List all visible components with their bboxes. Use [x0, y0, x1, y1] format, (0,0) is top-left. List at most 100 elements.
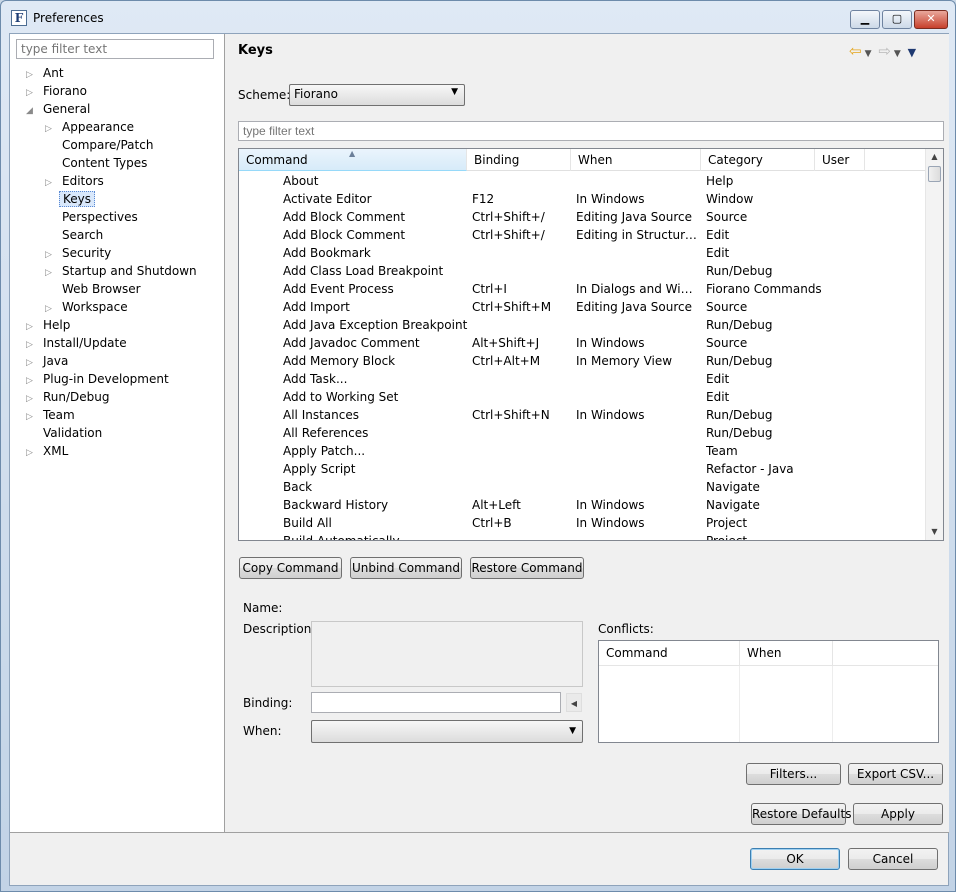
tree-item-appearance[interactable]: ▷ Appearance: [45, 118, 137, 136]
apply-button[interactable]: Apply: [853, 803, 943, 825]
table-row[interactable]: Add Javadoc Comment Alt+Shift+J In Windows…: [239, 334, 925, 352]
table-row[interactable]: All References Run/Debug: [239, 424, 925, 442]
forward-dropdown-icon[interactable]: ▼: [894, 49, 901, 59]
tree-item-xml[interactable]: ▷ XML: [26, 442, 71, 460]
binding-cell: Ctrl+Alt+M: [472, 354, 541, 368]
tree-item-java[interactable]: ▷ Java: [26, 352, 71, 370]
table-row[interactable]: Build Automatically Project: [239, 532, 925, 540]
table-row[interactable]: Build All Ctrl+B In Windows Project: [239, 514, 925, 532]
tree-item-web-browser[interactable]: Web Browser: [45, 280, 144, 298]
export-csv-button[interactable]: Export CSV...: [848, 763, 943, 785]
binding-cell: Alt+Shift+J: [472, 336, 540, 350]
binding-field[interactable]: [311, 692, 561, 713]
table-row[interactable]: Backward History Alt+Left In Windows Naviga…: [239, 496, 925, 514]
tree-item-help[interactable]: ▷ Help: [26, 316, 73, 334]
scheme-combo[interactable]: Fiorano ▼: [289, 84, 465, 106]
tree-item-ant[interactable]: ▷ Ant: [26, 64, 67, 82]
table-row[interactable]: Add Memory Block Ctrl+Alt+M In Memory View…: [239, 352, 925, 370]
command-cell: Add Java Exception Breakpoint: [283, 318, 468, 332]
copy-command-button[interactable]: Copy Command: [239, 557, 342, 579]
back-dropdown-icon[interactable]: ▼: [865, 49, 872, 59]
table-row[interactable]: Add Import Ctrl+Shift+M Editing Java Sourc…: [239, 298, 925, 316]
when-cell: In Windows: [576, 192, 645, 206]
scroll-down-icon[interactable]: ▼: [926, 524, 943, 540]
category-cell: Edit: [706, 228, 730, 242]
unbind-command-button[interactable]: Unbind Command: [350, 557, 462, 579]
category-cell: Navigate: [706, 498, 760, 512]
column-user[interactable]: User: [815, 149, 865, 171]
table-row[interactable]: Add Task... Edit: [239, 370, 925, 388]
ok-button[interactable]: OK: [750, 848, 840, 870]
table-row[interactable]: Add Java Exception Breakpoint Run/Debug: [239, 316, 925, 334]
table-row[interactable]: About Help: [239, 172, 925, 190]
category-cell: Edit: [706, 246, 730, 260]
tree-item-plug-in-development[interactable]: ▷ Plug-in Development: [26, 370, 172, 388]
table-row[interactable]: Activate Editor F12 In Windows Window: [239, 190, 925, 208]
table-row[interactable]: Add Block Comment Ctrl+Shift+/ Editing Jav…: [239, 208, 925, 226]
tree-filter-input[interactable]: [16, 39, 214, 59]
table-row[interactable]: Add to Working Set Edit: [239, 388, 925, 406]
binding-menu-icon[interactable]: ◀: [566, 693, 582, 712]
command-cell: Add Memory Block: [283, 354, 396, 368]
command-cell: Activate Editor: [283, 192, 372, 206]
restore-command-button[interactable]: Restore Command: [470, 557, 584, 579]
tree-item-editors[interactable]: ▷ Editors: [45, 172, 107, 190]
cancel-button[interactable]: Cancel: [848, 848, 938, 870]
tree-item-fiorano[interactable]: ▷ Fiorano: [26, 82, 90, 100]
keys-table: ▲ Command Binding When Category User Abo…: [238, 148, 944, 541]
conflicts-column-when[interactable]: When: [740, 641, 833, 666]
table-row[interactable]: Back Navigate: [239, 478, 925, 496]
when-cell: In Windows: [576, 336, 645, 350]
table-row[interactable]: Apply Script Refactor - Java: [239, 460, 925, 478]
table-row[interactable]: Add Event Process Ctrl+I In Dialogs and Wi…: [239, 280, 925, 298]
tree-item-label: Validation: [43, 426, 103, 440]
minimize-button[interactable]: ▁: [850, 10, 880, 29]
column-command[interactable]: ▲ Command: [239, 149, 467, 171]
tree-item-security[interactable]: ▷ Security: [45, 244, 114, 262]
scroll-thumb[interactable]: [928, 166, 941, 182]
scroll-up-icon[interactable]: ▲: [926, 149, 943, 165]
table-row[interactable]: Add Block Comment Ctrl+Shift+/ Editing in …: [239, 226, 925, 244]
preferences-window: F Preferences ▁ ▢ ✕ ▷Ant▷Fiorano◢General…: [0, 0, 956, 892]
table-row[interactable]: Add Bookmark Edit: [239, 244, 925, 262]
collapsed-arrow-icon[interactable]: ▷: [26, 444, 40, 462]
when-cell: Editing Java Source: [576, 300, 692, 314]
category-cell: Run/Debug: [706, 318, 773, 332]
close-button[interactable]: ✕: [914, 10, 948, 29]
table-row[interactable]: All Instances Ctrl+Shift+N In Windows Run/D…: [239, 406, 925, 424]
column-category[interactable]: Category: [701, 149, 815, 171]
tree-item-team[interactable]: ▷ Team: [26, 406, 78, 424]
tree-item-startup-and-shutdown[interactable]: ▷ Startup and Shutdown: [45, 262, 200, 280]
tree-item-content-types[interactable]: Content Types: [45, 154, 150, 172]
maximize-button[interactable]: ▢: [882, 10, 912, 29]
view-menu-icon[interactable]: ▼: [908, 46, 916, 59]
tree-item-install-update[interactable]: ▷ Install/Update: [26, 334, 130, 352]
category-cell: Source: [706, 210, 748, 224]
forward-arrow-icon[interactable]: ⇨: [878, 42, 891, 60]
back-arrow-icon[interactable]: ⇦: [849, 42, 862, 60]
keys-table-scrollbar[interactable]: ▲ ▼: [925, 149, 943, 540]
tree-item-validation[interactable]: Validation: [26, 424, 105, 442]
tree-item-compare-patch[interactable]: Compare/Patch: [45, 136, 156, 154]
when-cell: In Windows: [576, 516, 645, 530]
page-navigation: ⇦ ▼ ⇨ ▼ ▼: [849, 42, 919, 60]
conflicts-column-command[interactable]: Command: [599, 641, 740, 666]
expanded-arrow-icon[interactable]: ◢: [26, 102, 40, 120]
tree-item-general[interactable]: ◢ General: [26, 100, 93, 118]
table-row[interactable]: Apply Patch... Team: [239, 442, 925, 460]
tree-item-run-debug[interactable]: ▷ Run/Debug: [26, 388, 113, 406]
tree-item-workspace[interactable]: ▷ Workspace: [45, 298, 131, 316]
table-row[interactable]: Add Class Load Breakpoint Run/Debug: [239, 262, 925, 280]
column-binding[interactable]: Binding: [467, 149, 571, 171]
when-combo[interactable]: ▼: [311, 720, 583, 743]
filters-button[interactable]: Filters...: [746, 763, 841, 785]
restore-defaults-button[interactable]: Restore Defaults: [751, 803, 851, 825]
title-bar[interactable]: F Preferences ▁ ▢ ✕: [1, 1, 955, 33]
column-when[interactable]: When: [571, 149, 701, 171]
command-filter-input[interactable]: [238, 121, 944, 141]
tree-item-search[interactable]: Search: [45, 226, 106, 244]
command-cell: Backward History: [283, 498, 389, 512]
tree-item-keys[interactable]: Keys: [45, 190, 96, 208]
tree-item-label: Editors: [62, 174, 104, 188]
tree-item-perspectives[interactable]: Perspectives: [45, 208, 141, 226]
